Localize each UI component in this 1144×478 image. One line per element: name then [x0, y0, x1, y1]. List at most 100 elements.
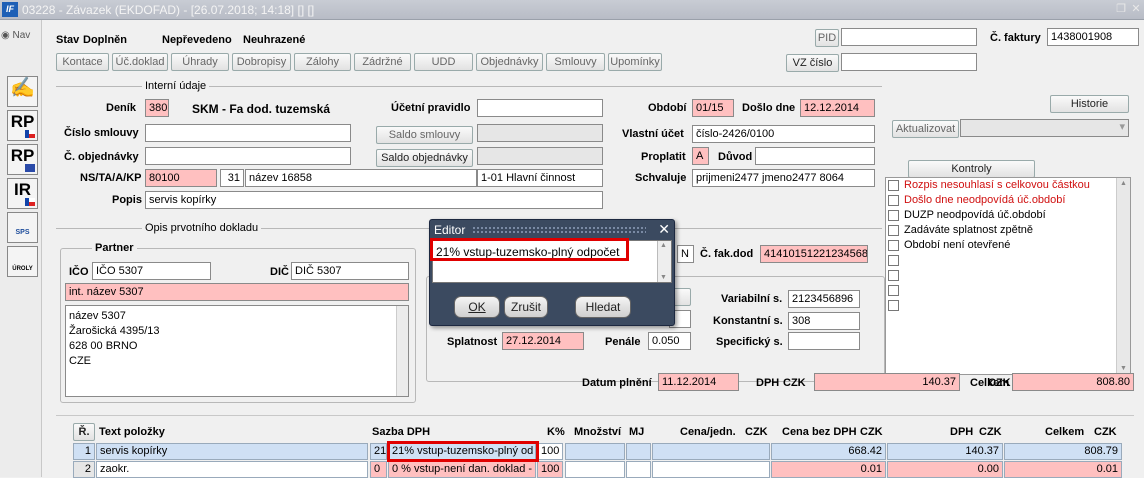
tab-zadrzne[interactable]: Zádržné [354, 53, 411, 71]
specificky-input[interactable] [788, 332, 860, 350]
editor-drag-handle[interactable] [472, 226, 646, 235]
row2-mj[interactable] [626, 461, 651, 478]
row1-sazba-code[interactable]: 21 [370, 443, 387, 460]
datum-plneni-input[interactable]: 11.12.2014 [658, 373, 739, 391]
penale-input[interactable]: 0.050 [648, 332, 691, 350]
editor-scrollbar[interactable]: ▲ ▼ [657, 241, 671, 282]
kontrola-checkbox[interactable] [888, 300, 899, 311]
row1-cena[interactable] [652, 443, 770, 460]
row1-text[interactable]: servis kopírky [96, 443, 368, 460]
zrusit-button[interactable]: Zrušit [504, 296, 548, 318]
address-box[interactable]: název 5307 Žarošická 4395/13 628 00 BRNO… [65, 305, 409, 397]
saldo-objednavky-button[interactable]: Saldo objednávky [376, 149, 473, 167]
vz-cislo-button[interactable]: VZ číslo [786, 54, 839, 72]
rp-cz-button[interactable]: RP [7, 110, 38, 141]
kontrola-checkbox[interactable] [888, 285, 899, 296]
row2-text[interactable]: zaokr. [96, 461, 368, 478]
pid-button[interactable]: PID [815, 29, 839, 47]
celkem-total-field[interactable]: 808.80 [1012, 373, 1134, 391]
row2-celkem[interactable]: 0.01 [1004, 461, 1122, 478]
n-field[interactable]: N [677, 245, 694, 263]
row2-sazba[interactable]: 0 % vstup-není dan. doklad - [388, 461, 536, 478]
tab-uc-doklad[interactable]: Úč.doklad [112, 53, 168, 71]
row1-dph[interactable]: 140.37 [887, 443, 1003, 460]
row2-sazba-code[interactable]: 0 [370, 461, 387, 478]
header-r[interactable]: Ř. [73, 423, 95, 441]
hledat-button[interactable]: Hledat [575, 296, 631, 318]
doslo-dne-input[interactable]: 12.12.2014 [800, 99, 875, 117]
denik-code-field[interactable]: 380 [145, 99, 169, 117]
kontrola-checkbox[interactable] [888, 195, 899, 206]
variabilni-input[interactable]: 2123456896 [788, 290, 860, 308]
row1-mj[interactable] [626, 443, 651, 460]
ok-button[interactable]: OK [454, 296, 500, 318]
kontrola-checkbox[interactable] [888, 270, 899, 281]
close-icon[interactable]: ✕ [1129, 3, 1143, 16]
tab-kontace[interactable]: Kontace [56, 53, 109, 71]
ns-input[interactable]: 80100 [145, 169, 217, 187]
ucetni-pravidlo-input[interactable] [477, 99, 603, 117]
saldo-smlouvy-button[interactable]: Saldo smlouvy [376, 126, 473, 144]
splatnost-input[interactable]: 27.12.2014 [502, 332, 584, 350]
restore-icon[interactable]: ❐ [1114, 3, 1128, 16]
row1-bez[interactable]: 668.42 [771, 443, 886, 460]
proplatit-input[interactable]: A [692, 147, 709, 165]
rp-eu-button[interactable]: RP [7, 144, 38, 175]
row2-dph[interactable]: 0.00 [887, 461, 1003, 478]
cislo-smlouvy-input[interactable] [145, 124, 351, 142]
row1-mnozstvi[interactable] [565, 443, 625, 460]
scroll-up-icon[interactable]: ▲ [660, 242, 667, 249]
kontrola-checkbox[interactable] [888, 255, 899, 266]
uroly-button[interactable]: ÚROLY [7, 246, 38, 277]
tab-smlouvy[interactable]: Smlouvy [546, 53, 605, 71]
duvod-input[interactable] [755, 147, 875, 165]
kontrola-checkbox[interactable] [888, 225, 899, 236]
ico-input[interactable]: IČO 5307 [92, 262, 211, 280]
ta-input[interactable]: 31 [220, 169, 244, 187]
address-scrollbar[interactable] [396, 306, 408, 396]
kontroly-scrollbar[interactable]: ▲ ▼ [1116, 178, 1130, 374]
int-nazev-field[interactable]: int. název 5307 [65, 283, 409, 301]
row2-r[interactable]: 2 [73, 461, 95, 478]
row1-celkem[interactable]: 808.79 [1004, 443, 1122, 460]
row1-k[interactable]: 100 [537, 443, 563, 460]
nazev-input[interactable]: název 16858 [245, 169, 477, 187]
kp-input[interactable]: 1-01 Hlavní činnost [477, 169, 603, 187]
row2-k[interactable]: 100 [537, 461, 563, 478]
scroll-down-icon[interactable]: ▼ [1120, 365, 1127, 372]
tab-uhrady[interactable]: Úhrady [171, 53, 229, 71]
dph-total-field[interactable]: 140.37 [814, 373, 960, 391]
schvaluje-input[interactable]: prijmeni2477 jmeno2477 8064 [692, 169, 875, 187]
c-fak-dod-input[interactable]: 41410151221234568 [760, 245, 868, 263]
pid-input[interactable] [841, 28, 977, 46]
aktualizovat-select[interactable]: ▾ [960, 119, 1129, 137]
row1-r[interactable]: 1 [73, 443, 95, 460]
kontrola-checkbox[interactable] [888, 240, 899, 251]
scroll-up-icon[interactable]: ▲ [1120, 180, 1127, 187]
close-icon[interactable]: ✕ [658, 221, 670, 238]
tab-udd[interactable]: UDD [414, 53, 473, 71]
kontrola-checkbox[interactable] [888, 180, 899, 191]
popis-input[interactable]: servis kopírky [145, 191, 603, 209]
aktualizovat-button[interactable]: Aktualizovat [892, 120, 959, 138]
kontroly-button[interactable]: Kontroly [908, 160, 1035, 178]
row2-bez[interactable]: 0.01 [771, 461, 886, 478]
historie-button[interactable]: Historie [1050, 95, 1129, 113]
row2-cena[interactable] [652, 461, 770, 478]
kontrola-checkbox[interactable] [888, 210, 899, 221]
vlastni-ucet-input[interactable]: číslo-2426/0100 [692, 125, 875, 143]
konstantni-input[interactable]: 308 [788, 312, 860, 330]
tab-upominky[interactable]: Upomínky [608, 53, 662, 71]
vz-cislo-input[interactable] [841, 53, 977, 71]
tab-objednavky[interactable]: Objednávky [476, 53, 543, 71]
nav-link[interactable]: ◉ Nav [1, 30, 30, 41]
scroll-down-icon[interactable]: ▼ [660, 274, 667, 281]
c-objednavky-input[interactable] [145, 147, 351, 165]
cislo-faktury-input[interactable]: 1438001908 [1047, 28, 1139, 46]
tab-dobropisy[interactable]: Dobropisy [232, 53, 291, 71]
dic-input[interactable]: DIČ 5307 [291, 262, 409, 280]
sps-button[interactable]: SPS [7, 212, 38, 243]
tab-zalohy[interactable]: Zálohy [294, 53, 351, 71]
hand-icon[interactable]: ✍ [7, 76, 38, 107]
row2-mnozstvi[interactable] [565, 461, 625, 478]
